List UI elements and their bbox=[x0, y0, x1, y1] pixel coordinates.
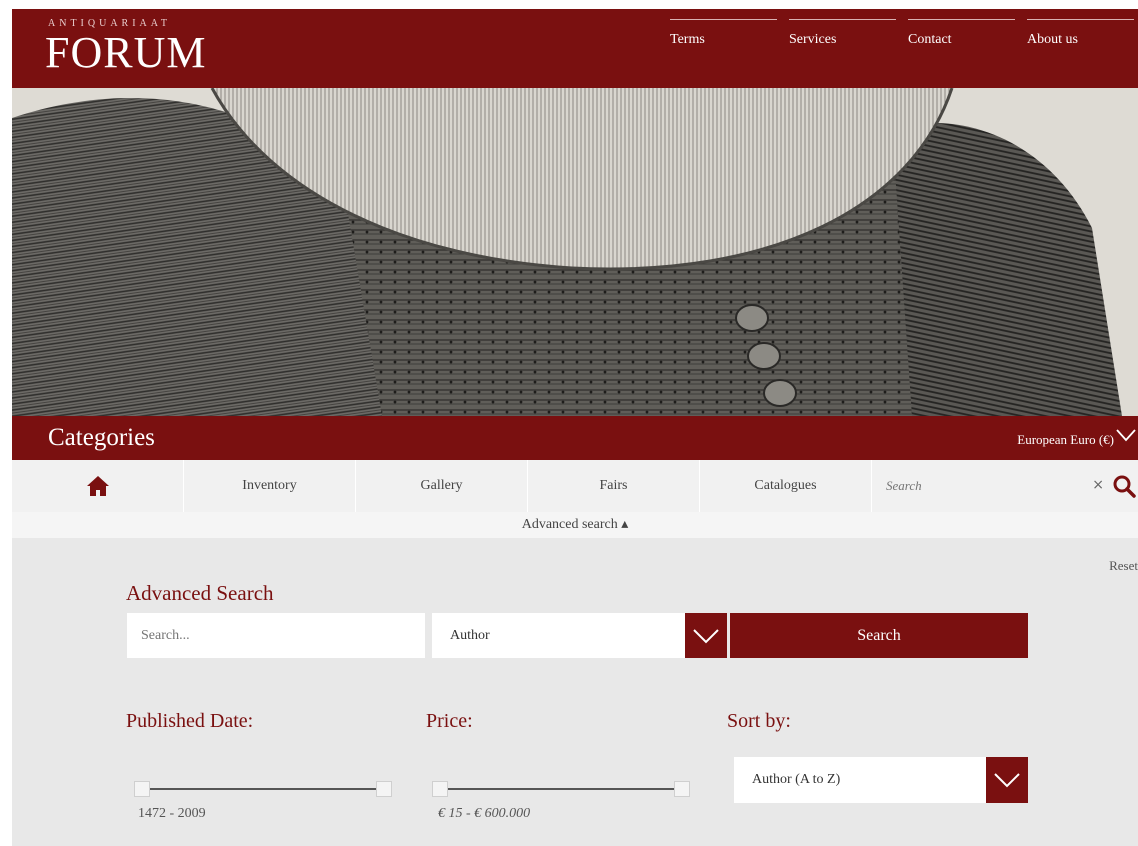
home-icon bbox=[86, 476, 109, 496]
hero-image bbox=[12, 88, 1138, 416]
categories-title[interactable]: Categories bbox=[48, 424, 155, 452]
chevron-down-icon bbox=[994, 773, 1020, 788]
clear-search-button[interactable]: × bbox=[1092, 477, 1104, 493]
menu-catalogues[interactable]: Catalogues bbox=[700, 460, 872, 512]
currency-selector[interactable]: European Euro (€) bbox=[1017, 432, 1114, 448]
price-range: € 15 - € 600.000 bbox=[438, 806, 531, 821]
chevron-down-icon bbox=[693, 628, 719, 643]
date-min-handle[interactable] bbox=[134, 781, 150, 797]
engraving-illustration bbox=[12, 88, 1138, 416]
advanced-search-toggle[interactable]: Advanced search ▴ bbox=[12, 512, 1138, 538]
reset-link[interactable]: Reset bbox=[1109, 558, 1138, 574]
field-dropdown-toggle[interactable] bbox=[685, 613, 727, 658]
page-frame: ANTIQUARIAAT FORUM Terms Services Contac… bbox=[12, 9, 1138, 846]
sort-value: Author (A to Z) bbox=[752, 772, 841, 787]
menu-gallery[interactable]: Gallery bbox=[356, 460, 528, 512]
nav-terms[interactable]: Terms bbox=[670, 19, 777, 48]
price-max-handle[interactable] bbox=[674, 781, 690, 797]
menu-home[interactable] bbox=[12, 460, 184, 512]
nav-about-us[interactable]: About us bbox=[1027, 19, 1134, 48]
published-date-range: 1472 - 2009 bbox=[138, 806, 206, 821]
menu-fairs[interactable]: Fairs bbox=[528, 460, 700, 512]
menu-search: × bbox=[872, 460, 1138, 512]
top-nav: Terms Services Contact About us bbox=[670, 19, 1138, 48]
published-date-slider[interactable] bbox=[134, 779, 392, 799]
price-min-handle[interactable] bbox=[432, 781, 448, 797]
sort-select[interactable]: Author (A to Z) bbox=[734, 757, 1028, 803]
categories-bar: Categories European Euro (€) bbox=[12, 416, 1138, 460]
search-field-value: Author bbox=[450, 628, 490, 643]
main-menu: Inventory Gallery Fairs Catalogues × bbox=[12, 460, 1138, 512]
menu-inventory[interactable]: Inventory bbox=[184, 460, 356, 512]
published-date-label: Published Date: bbox=[126, 710, 254, 732]
nav-contact[interactable]: Contact bbox=[908, 19, 1015, 48]
nav-services[interactable]: Services bbox=[789, 19, 896, 48]
quick-search-input[interactable] bbox=[886, 473, 1066, 499]
price-slider[interactable] bbox=[432, 779, 690, 799]
search-field-select[interactable]: Author bbox=[432, 613, 727, 658]
slider-track bbox=[438, 788, 684, 790]
chevron-down-icon[interactable] bbox=[1116, 428, 1136, 442]
logo-title[interactable]: FORUM bbox=[45, 31, 207, 75]
date-max-handle[interactable] bbox=[376, 781, 392, 797]
advanced-search-input[interactable] bbox=[127, 613, 425, 658]
sort-dropdown-toggle[interactable] bbox=[986, 757, 1028, 803]
advanced-search-title: Advanced Search bbox=[126, 581, 274, 605]
search-icon[interactable] bbox=[1112, 474, 1136, 498]
site-header: ANTIQUARIAAT FORUM Terms Services Contac… bbox=[12, 9, 1138, 88]
slider-track bbox=[140, 788, 386, 790]
sort-by-label: Sort by: bbox=[727, 710, 791, 732]
search-button[interactable]: Search bbox=[730, 613, 1028, 658]
price-label: Price: bbox=[426, 710, 473, 732]
